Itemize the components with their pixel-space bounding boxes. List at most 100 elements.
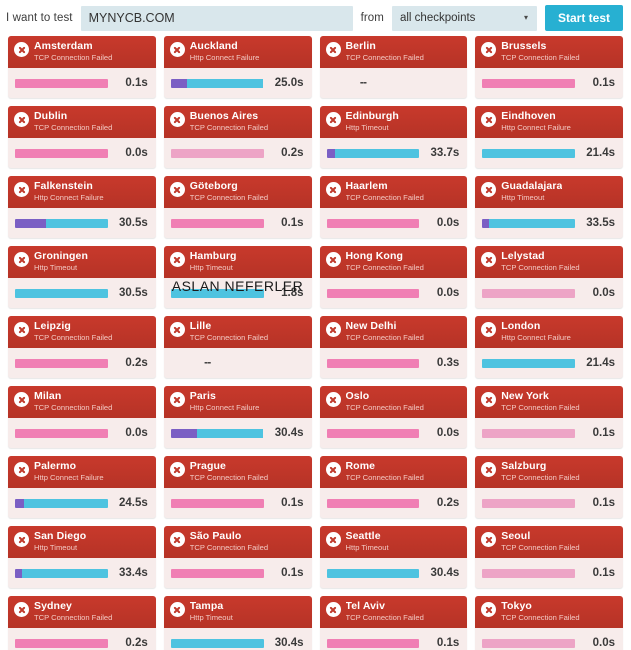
checkpoint-head-text: Göteborg TCP Connection Failed	[190, 181, 268, 202]
checkpoint-city-name: Groningen	[34, 251, 88, 262]
checkpoint-card[interactable]: Dublin TCP Connection Failed 0.0s	[8, 106, 156, 168]
checkpoint-card-body: 0.1s	[164, 488, 312, 518]
checkpoint-city-name: Hong Kong	[345, 251, 403, 262]
checkpoint-card[interactable]: Milan TCP Connection Failed 0.0s	[8, 386, 156, 448]
error-x-icon	[481, 532, 497, 547]
checkpoint-card[interactable]: Brussels TCP Connection Failed 0.1s	[475, 36, 623, 98]
checkpoint-card[interactable]: Sydney TCP Connection Failed 0.2s	[8, 596, 156, 650]
checkpoint-card[interactable]: Tel Aviv TCP Connection Failed 0.1s	[319, 596, 468, 650]
checkpoint-card-header: Lille TCP Connection Failed	[163, 316, 312, 348]
checkpoint-card[interactable]: Palermo Http Connect Failure 24.5s	[8, 456, 156, 518]
checkpoint-city-name: London	[501, 321, 541, 332]
response-time-value: 0.1s	[281, 217, 304, 229]
checkpoint-status-text: TCP Connection Failed	[501, 614, 580, 622]
checkpoint-card[interactable]: Paris Http Connect Failure 30.4s	[163, 386, 312, 448]
checkpoint-status-text: TCP Connection Failed	[189, 194, 269, 202]
timing-bar-segment	[482, 428, 575, 438]
checkpoint-card-header: Seoul TCP Connection Failed	[475, 526, 623, 558]
timing-bar-segment	[482, 358, 575, 368]
checkpoint-card[interactable]: Groningen Http Timeout 30.5s	[8, 246, 156, 308]
checkpoint-status-text: TCP Connection Failed	[501, 474, 580, 482]
checkpoint-status-text: TCP Connection Failed	[501, 264, 580, 272]
error-x-icon	[14, 602, 29, 617]
timing-bar	[170, 568, 264, 578]
test-toolbar: I want to test from all checkpoints ▾ St…	[0, 0, 631, 36]
checkpoint-city-name: Brussels	[501, 41, 547, 52]
start-test-button[interactable]: Start test	[544, 5, 623, 31]
checkpoint-card-body: 0.2s	[8, 628, 156, 650]
checkpoint-card-body: 33.4s	[8, 558, 156, 588]
checkpoint-card[interactable]: Leipzig TCP Connection Failed 0.2s	[8, 316, 156, 378]
checkpoint-city-name: Guadalajara	[501, 181, 563, 192]
timing-bar	[170, 498, 264, 508]
checkpoint-city-name: Rome	[345, 461, 376, 472]
response-time-value: 0.3s	[436, 357, 460, 369]
checkpoint-card[interactable]: Seoul TCP Connection Failed 0.1s	[475, 526, 623, 588]
checkpoint-card[interactable]: Edinburgh Http Timeout 33.7s	[319, 106, 468, 168]
checkpoint-card[interactable]: New York TCP Connection Failed 0.1s	[475, 386, 623, 448]
error-x-icon	[169, 252, 185, 267]
timing-bar-segment	[196, 428, 264, 438]
checkpoint-card[interactable]: Buenos Aires TCP Connection Failed 0.2s	[163, 106, 312, 168]
checkpoint-head-text: Hong Kong TCP Connection Failed	[346, 251, 424, 272]
checkpoint-select[interactable]: all checkpoints ▾	[391, 5, 537, 31]
checkpoint-card-header: Salzburg TCP Connection Failed	[475, 456, 623, 488]
checkpoint-card[interactable]: Tokyo TCP Connection Failed 0.0s	[475, 596, 623, 650]
checkpoint-card[interactable]: Guadalajara Http Timeout 33.5s	[475, 176, 623, 238]
checkpoint-card[interactable]: Prague TCP Connection Failed 0.1s	[163, 456, 312, 518]
timing-bar-segment	[326, 498, 420, 508]
checkpoint-status-text: TCP Connection Failed	[34, 404, 113, 412]
timing-bar	[170, 638, 264, 648]
checkpoint-card[interactable]: Eindhoven Http Connect Failure 21.4s	[475, 106, 623, 168]
checkpoint-card[interactable]: Hamburg Http Timeout 1.8s	[163, 246, 312, 308]
response-time-value: 0.0s	[436, 427, 460, 439]
checkpoint-card[interactable]: San Diego Http Timeout 33.4s	[8, 526, 156, 588]
checkpoint-head-text: New York TCP Connection Failed	[501, 391, 579, 412]
checkpoint-card[interactable]: Rome TCP Connection Failed 0.2s	[319, 456, 468, 518]
checkpoint-card[interactable]: Haarlem TCP Connection Failed 0.0s	[319, 176, 468, 238]
checkpoint-card-header: Amsterdam TCP Connection Failed	[8, 36, 156, 68]
checkpoint-card[interactable]: London Http Connect Failure 21.4s	[475, 316, 623, 378]
timing-bar-segment	[22, 568, 108, 578]
checkpoint-card-header: Lelystad TCP Connection Failed	[475, 246, 623, 278]
checkpoint-status-text: TCP Connection Failed	[189, 124, 269, 132]
timing-bar-segment	[334, 148, 420, 158]
checkpoint-card-header: São Paulo TCP Connection Failed	[163, 526, 312, 558]
checkpoint-card[interactable]: Auckland Http Connect Failure 25.0s	[163, 36, 312, 98]
timing-bar-segment	[170, 148, 264, 158]
response-time-value: --	[359, 77, 367, 89]
error-x-icon	[481, 322, 497, 337]
checkpoint-card[interactable]: Tampa Http Timeout 30.4s	[163, 596, 312, 650]
checkpoint-card[interactable]: New Delhi TCP Connection Failed 0.3s	[319, 316, 468, 378]
response-time-value: 0.1s	[125, 77, 148, 89]
response-time-value: 25.0s	[274, 77, 304, 89]
checkpoint-card[interactable]: Falkenstein Http Connect Failure 30.5s	[8, 176, 156, 238]
checkpoint-card[interactable]: Oslo TCP Connection Failed 0.0s	[319, 386, 468, 448]
timing-bar	[170, 288, 264, 298]
url-input[interactable]	[80, 5, 353, 31]
checkpoint-card[interactable]: Hong Kong TCP Connection Failed 0.0s	[319, 246, 468, 308]
checkpoint-city-name: New Delhi	[345, 321, 397, 332]
checkpoint-status-text: TCP Connection Failed	[345, 404, 424, 412]
checkpoint-card[interactable]: Seattle Http Timeout 30.4s	[319, 526, 468, 588]
timing-bar	[326, 288, 420, 298]
response-time-value: 33.7s	[430, 147, 460, 159]
timing-bar-segment	[170, 498, 264, 508]
checkpoint-card[interactable]: Göteborg TCP Connection Failed 0.1s	[163, 176, 312, 238]
error-x-icon	[14, 112, 29, 127]
checkpoint-card-header: Buenos Aires TCP Connection Failed	[163, 106, 312, 138]
timing-bar	[15, 288, 108, 298]
checkpoint-card[interactable]: Amsterdam TCP Connection Failed 0.1s	[8, 36, 156, 98]
checkpoint-card[interactable]: São Paulo TCP Connection Failed 0.1s	[163, 526, 312, 588]
checkpoint-card[interactable]: Berlin TCP Connection Failed --	[319, 36, 468, 98]
checkpoint-city-name: Edinburgh	[345, 111, 399, 122]
timing-bar	[482, 568, 575, 578]
checkpoint-head-text: Seattle Http Timeout	[346, 531, 389, 552]
checkpoint-card[interactable]: Lelystad TCP Connection Failed 0.0s	[475, 246, 623, 308]
response-time-value: 30.4s	[274, 427, 304, 439]
checkpoint-card[interactable]: Lille TCP Connection Failed --	[163, 316, 312, 378]
from-label: from	[360, 12, 384, 24]
checkpoint-city-name: Leipzig	[34, 321, 71, 332]
timing-bar	[482, 288, 575, 298]
checkpoint-card[interactable]: Salzburg TCP Connection Failed 0.1s	[475, 456, 623, 518]
